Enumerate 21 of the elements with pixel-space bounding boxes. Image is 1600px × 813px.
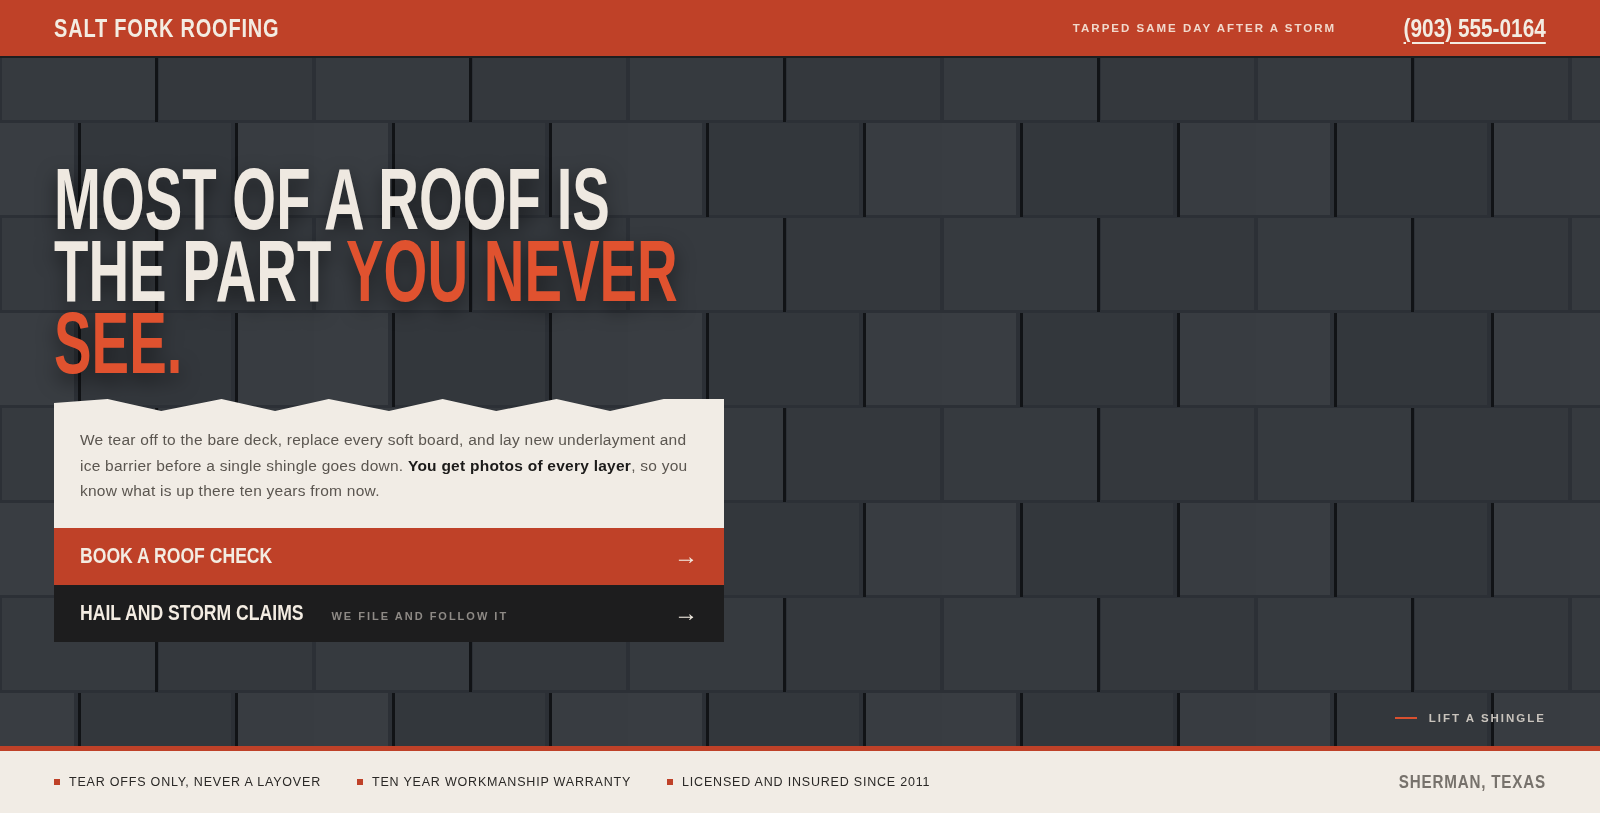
button-label: BOOK A ROOF CHECK [80, 542, 273, 570]
arrow-icon: → [674, 599, 698, 627]
lift-shingle-link[interactable]: LIFT A SHINGLE [1428, 712, 1546, 724]
button-label: HAIL AND STORM CLAIMS [80, 599, 304, 627]
book-roof-check-button[interactable]: BOOK A ROOF CHECK → [54, 527, 724, 585]
brand-logo[interactable]: SALT FORK ROOFING [54, 13, 280, 43]
button-sublabel: WE FILE AND FOLLOW IT [331, 610, 509, 622]
tagline: TARPED SAME DAY AFTER A STORM [1072, 22, 1337, 34]
intro-paragraph: We tear off to the bare deck, replace every soft board, and lay new underlayment and ice barrier before a single shingle goes down. You get photos of every layer, so you know what is up there ten years from now. [54, 413, 724, 528]
location-text: SHERMAN, TEXAS [1398, 771, 1546, 793]
bullet-icon [667, 779, 674, 785]
storm-claims-button[interactable]: HAIL AND STORM CLAIMS WE FILE AND FOLLOW IT → [54, 584, 724, 642]
arrow-icon: → [674, 542, 698, 570]
bullet-icon [356, 779, 363, 785]
bullet-icon [54, 779, 60, 785]
feature-text: TEN YEAR WORKMANSHIP WARRANTY [371, 775, 632, 789]
accent-line [1394, 717, 1417, 719]
feature-text: TEAR OFFS ONLY, NEVER A LAYOVER [69, 775, 321, 789]
phone-link[interactable]: (903) 555-0164 [1403, 12, 1546, 44]
hero-headline: MOST OF A ROOF IS THE PART YOU NEVER SEE. [54, 163, 678, 383]
feature-text: LICENSED AND INSURED SINCE 2011 [682, 775, 931, 789]
